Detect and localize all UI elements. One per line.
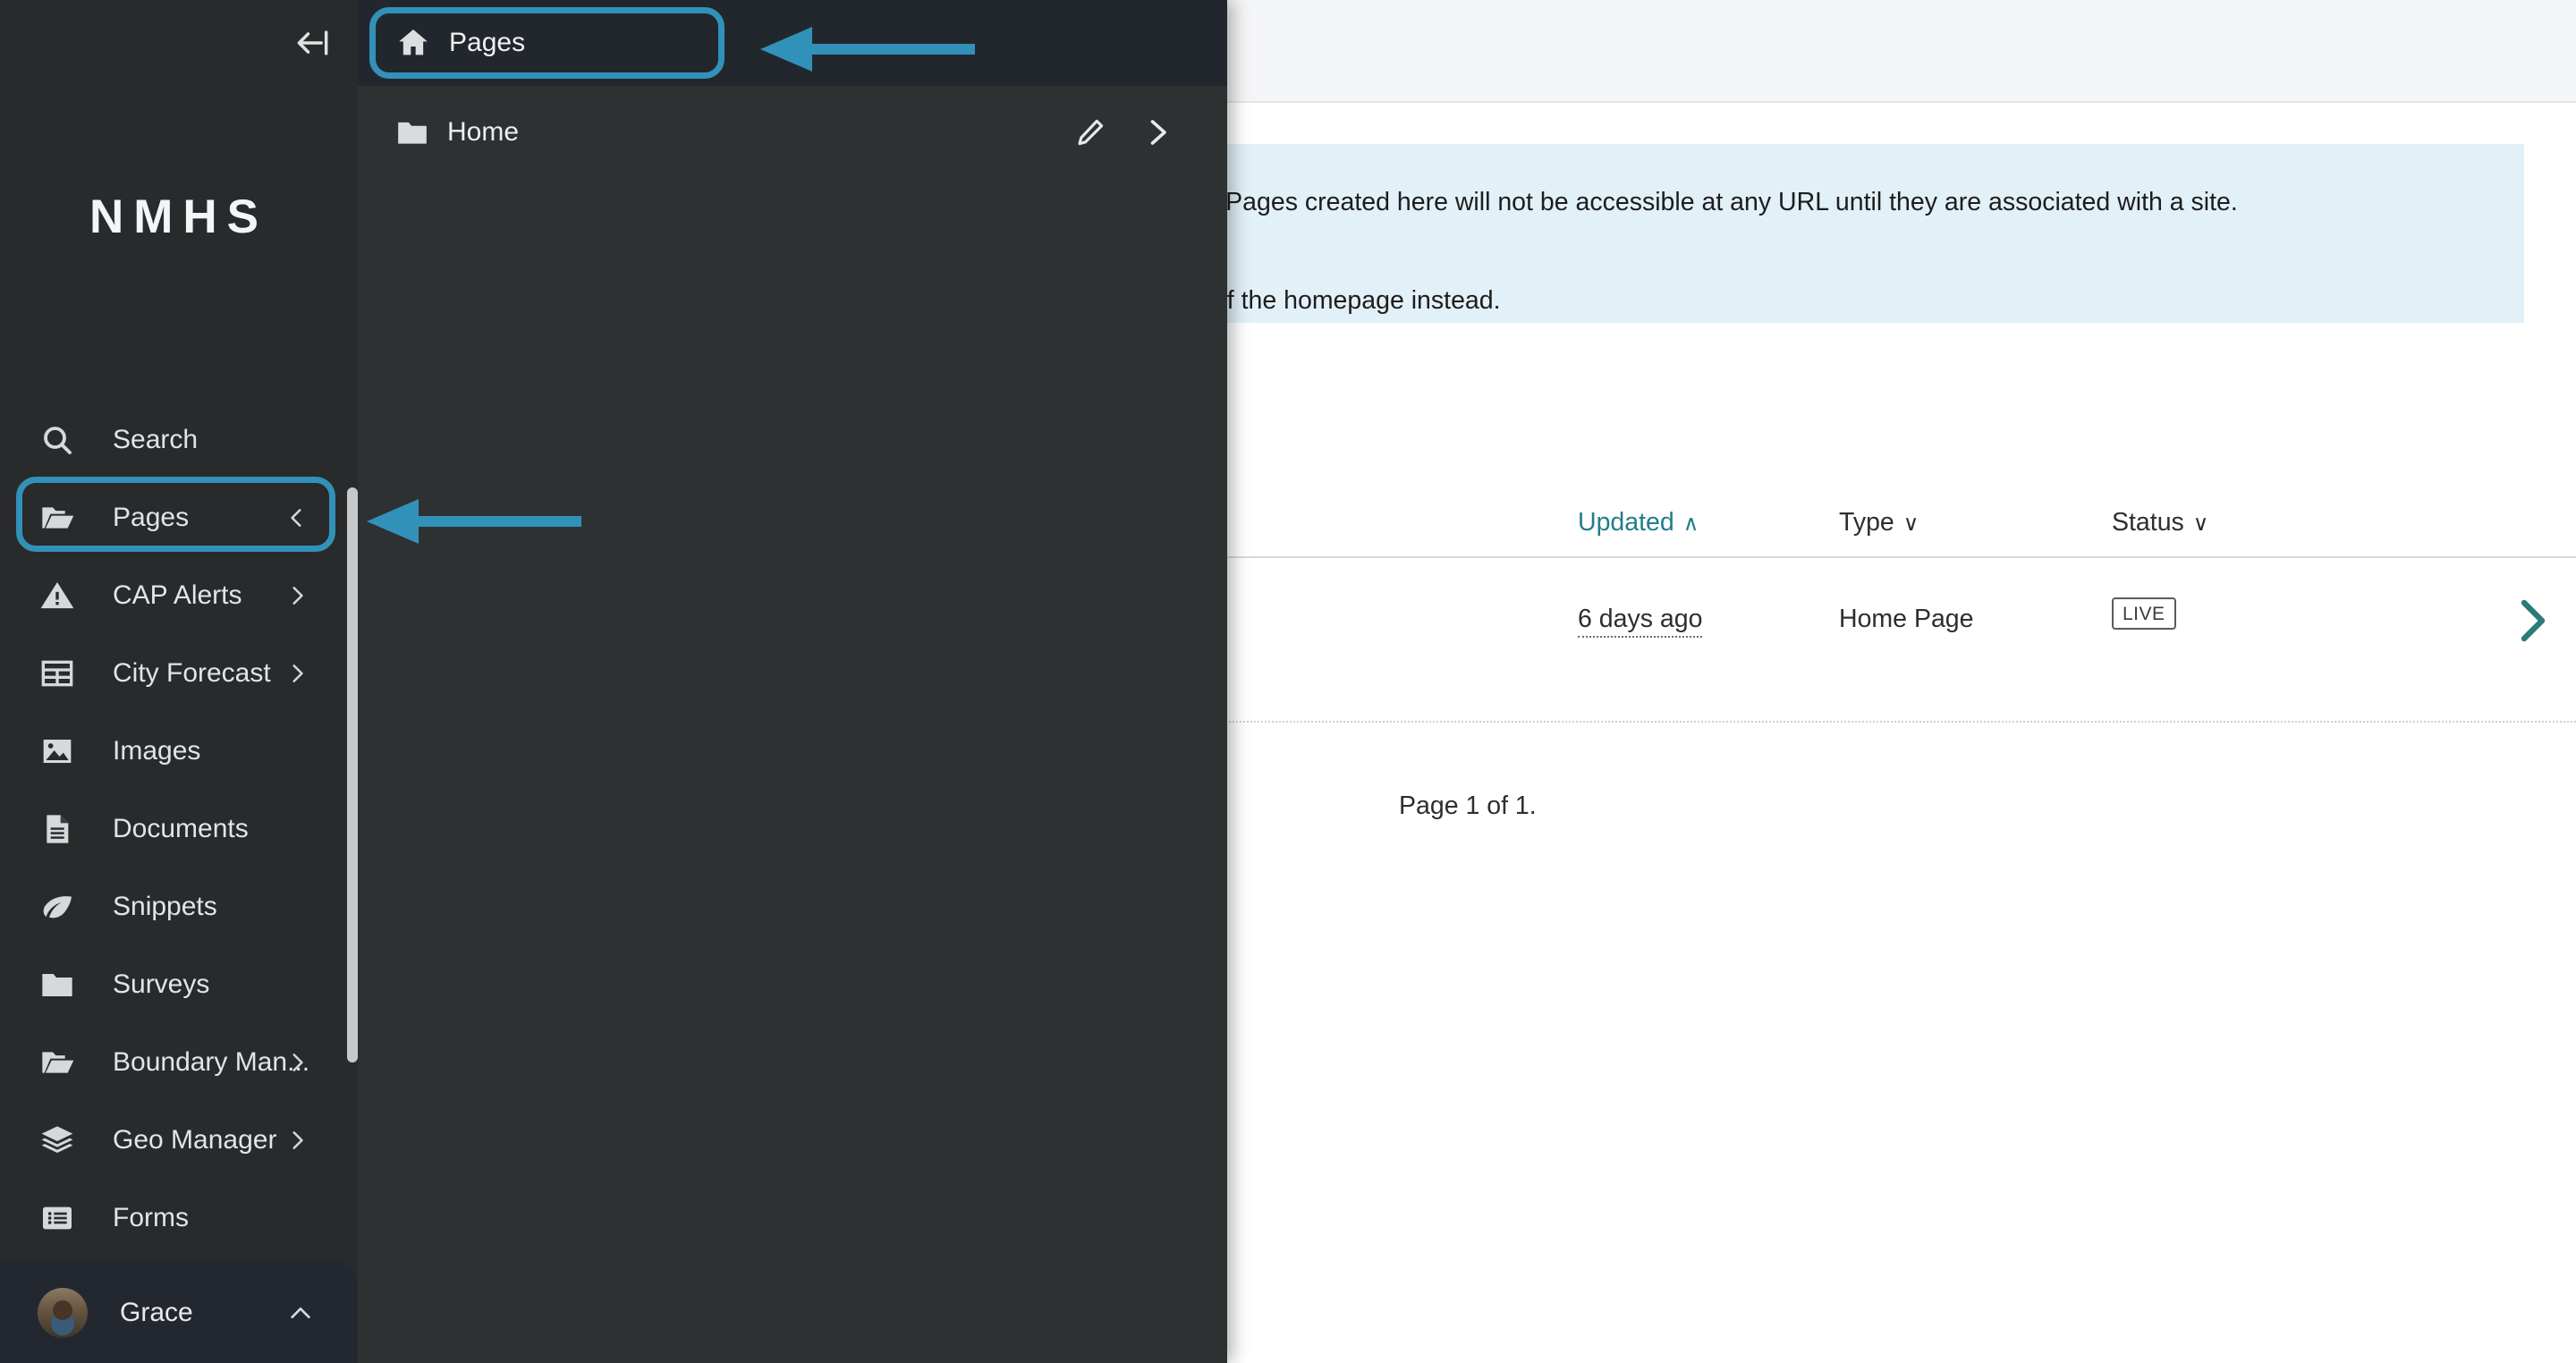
- sidebar-item-surveys[interactable]: Surveys: [0, 945, 358, 1023]
- leaf-icon: [38, 887, 77, 927]
- chevron-right-icon[interactable]: [285, 1051, 309, 1074]
- chevron-up-icon[interactable]: [288, 1300, 313, 1325]
- chevron-down-icon: ∨: [1902, 512, 1919, 536]
- sidebar-item-city-forecast[interactable]: City Forecast: [0, 634, 358, 712]
- sidebar-nav: Search Pages CAP Alerts City Forecast Im…: [0, 401, 358, 1257]
- chevron-right-icon[interactable]: [1123, 99, 1190, 165]
- sidebar-item-label: Documents: [113, 813, 249, 843]
- brand-logo: NMHS: [89, 190, 269, 243]
- column-header-status[interactable]: Status ∨: [2112, 508, 2208, 538]
- search-icon: [38, 420, 77, 460]
- collapse-left-icon[interactable]: [293, 23, 333, 63]
- folder-icon: [38, 965, 77, 1004]
- chevron-down-icon: ∨: [2192, 512, 2209, 536]
- sidebar-item-label: Surveys: [113, 969, 210, 999]
- sidebar: NMHS Search Pages CAP Alerts City Foreca…: [0, 0, 358, 1363]
- table-row[interactable]: 6 days ago Home Page LIVE: [1061, 558, 2576, 723]
- warning-icon: [38, 576, 77, 615]
- cell-status: LIVE: [2112, 597, 2176, 630]
- document-icon: [38, 809, 77, 849]
- sidebar-item-images[interactable]: Images: [0, 712, 358, 790]
- chevron-right-icon[interactable]: [285, 584, 309, 607]
- layers-icon: [38, 1121, 77, 1160]
- row-expand-chevron-right-icon[interactable]: [2512, 596, 2555, 646]
- submenu-title: Pages: [449, 28, 526, 57]
- sidebar-item-forms[interactable]: Forms: [0, 1179, 358, 1257]
- sidebar-item-label: Snippets: [113, 891, 217, 921]
- image-icon: [38, 732, 77, 771]
- folder-icon: [395, 115, 429, 149]
- submenu-row-actions: [1057, 86, 1227, 179]
- status-badge: LIVE: [2112, 597, 2176, 630]
- sidebar-item-label: CAP Alerts: [113, 580, 242, 610]
- sidebar-item-label: Search: [113, 424, 199, 454]
- chevron-left-icon[interactable]: [285, 506, 309, 529]
- forms-icon: [38, 1198, 77, 1238]
- avatar: [38, 1287, 88, 1338]
- cell-updated: 6 days ago: [1578, 605, 1703, 638]
- sidebar-item-label: Pages: [113, 502, 190, 532]
- folder-open-icon: [38, 498, 77, 538]
- submenu-panel: Pages Home: [358, 0, 1227, 1363]
- submenu-row-label: Home: [447, 117, 520, 147]
- sidebar-scrollbar[interactable]: [347, 487, 358, 1062]
- column-header-type[interactable]: Type ∨: [1839, 508, 1919, 538]
- sidebar-item-label: Geo Manager: [113, 1124, 277, 1155]
- sidebar-item-cap-alerts[interactable]: CAP Alerts: [0, 556, 358, 634]
- table-icon: [38, 654, 77, 693]
- sort-ascending-icon: ∧: [1682, 512, 1699, 536]
- home-icon: [395, 25, 431, 61]
- sidebar-item-search[interactable]: Search: [0, 401, 358, 478]
- info-banner: nstallation. Pages created here will not…: [1061, 144, 2524, 323]
- submenu-header-pages[interactable]: Pages: [358, 0, 1227, 86]
- pencil-icon[interactable]: [1057, 99, 1123, 165]
- column-header-updated-label: Updated: [1578, 508, 1674, 537]
- sidebar-item-label: City Forecast: [113, 657, 271, 688]
- sidebar-item-pages[interactable]: Pages: [0, 478, 358, 556]
- sidebar-item-label: Boundary Man...: [113, 1046, 310, 1077]
- pages-table: Updated ∧ Type ∨ Status ∨ 6 days ago Home P…: [1061, 483, 2576, 723]
- table-header-row: Updated ∧ Type ∨ Status ∨: [1061, 483, 2576, 558]
- chevron-right-icon[interactable]: [285, 662, 309, 685]
- column-header-status-label: Status: [2112, 508, 2184, 537]
- app-root: nstallation. Pages created here will not…: [0, 0, 2576, 1363]
- sidebar-item-boundary-manager[interactable]: Boundary Man...: [0, 1023, 358, 1101]
- folder-open-icon: [38, 1043, 77, 1082]
- sidebar-item-snippets[interactable]: Snippets: [0, 868, 358, 945]
- sidebar-item-documents[interactable]: Documents: [0, 790, 358, 868]
- sidebar-item-geo-manager[interactable]: Geo Manager: [0, 1101, 358, 1179]
- sidebar-item-label: Forms: [113, 1202, 189, 1232]
- submenu-row-home[interactable]: Home: [358, 86, 1227, 179]
- column-header-type-label: Type: [1839, 508, 1894, 537]
- chevron-right-icon[interactable]: [285, 1129, 309, 1152]
- column-header-updated[interactable]: Updated ∧: [1578, 508, 1699, 538]
- info-banner-line-1: nstallation. Pages created here will not…: [1097, 188, 2238, 216]
- sidebar-item-label: Images: [113, 735, 201, 766]
- page-count-label: Page 1 of 1.: [1399, 792, 1537, 820]
- cell-type: Home Page: [1839, 605, 1974, 633]
- sidebar-user-menu[interactable]: Grace: [0, 1262, 358, 1363]
- user-name: Grace: [120, 1297, 193, 1327]
